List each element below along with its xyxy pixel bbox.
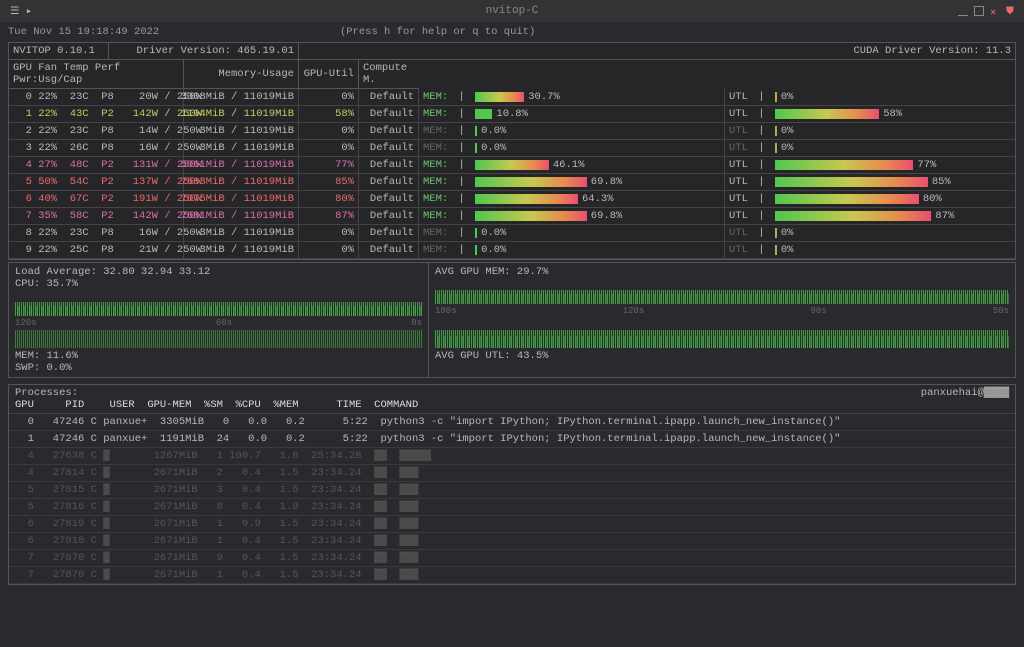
maximize-icon[interactable]: [974, 6, 984, 16]
gpu-row: 0 22% 23C P8 20W / 250W3308MiB / 11019Mi…: [9, 89, 1015, 106]
gpu-timeline: 180s120s90s50s: [435, 306, 1009, 316]
process-row[interactable]: 4 27814 C ▓ 2671MiB 2 0.4 1.5 23:34.24 ▓…: [9, 465, 1015, 482]
process-row[interactable]: 0 47246 C panxue+ 3305MiB 0 0.0 0.2 5:22…: [9, 414, 1015, 431]
avg-gpu-mem: AVG GPU MEM: 29.7%: [435, 266, 1009, 278]
cpu-pct: CPU: 35.7%: [15, 278, 422, 290]
gpu-utl-sparkline: [435, 318, 1009, 348]
gpu-row: 6 40% 67C P2 191W / 250W7075MiB / 11019M…: [9, 191, 1015, 208]
gpu-row: 7 35% 58C P2 142W / 250W7681MiB / 11019M…: [9, 208, 1015, 225]
gpu-row: 1 22% 43C P2 142W / 250W1194MiB / 11019M…: [9, 106, 1015, 123]
process-row[interactable]: 4 27638 C ▓ 1267MiB 1 100.7 1.8 25:34.28…: [9, 448, 1015, 465]
gpu-row: 3 22% 26C P8 16W / 250W3MiB / 11019MiB0%…: [9, 140, 1015, 157]
swp-pct: SWP: 0.0%: [15, 362, 422, 374]
process-row[interactable]: 7 27870 C ▓ 2671MiB 1 0.4 1.5 23:34.24 ▓…: [9, 567, 1015, 584]
col-compute: Compute M.: [359, 60, 419, 89]
cpu-timeline: 120s60s0s: [15, 318, 422, 328]
gpu-row: 8 22% 23C P8 16W / 250W3MiB / 11019MiB0%…: [9, 225, 1015, 242]
minimize-icon[interactable]: [958, 6, 968, 16]
hamburger-icon[interactable]: ☰ ▸: [10, 5, 32, 18]
gpu-mem-sparkline: [435, 280, 1009, 304]
window-title: nvitop-C: [486, 5, 539, 17]
mem-pct: MEM: 11.6%: [15, 350, 422, 362]
gpu-table: NVITOP 0.10.1 Driver Version: 465.19.01 …: [8, 42, 1016, 260]
process-row[interactable]: 1 47246 C panxue+ 1191MiB 24 0.0 0.2 5:2…: [9, 431, 1015, 448]
col-gpu-stats: GPU Fan Temp Perf Pwr:Usg/Cap: [9, 60, 184, 89]
process-table: Processes: GPU PID USER GPU-MEM %SM %CPU…: [8, 384, 1016, 585]
col-mem: Memory-Usage: [184, 60, 299, 89]
load-average: Load Average: 32.80 32.94 33.12: [15, 266, 422, 278]
gpu-row: 5 50% 54C P2 137W / 250W7683MiB / 11019M…: [9, 174, 1015, 191]
process-row[interactable]: 6 27819 C ▓ 2671MiB 1 0.9 1.5 23:34.24 ▓…: [9, 516, 1015, 533]
process-columns: GPU PID USER GPU-MEM %SM %CPU %MEM TIME …: [15, 399, 418, 411]
process-row[interactable]: 5 27815 C ▓ 2671MiB 3 0.4 1.5 23:34.24 ▓…: [9, 482, 1015, 499]
gpu-row: 9 22% 25C P8 21W / 250W3MiB / 11019MiB0%…: [9, 242, 1015, 259]
user-host: panxuehai@▓▓▓▓: [921, 387, 1009, 399]
system-stats: Load Average: 32.80 32.94 33.12 CPU: 35.…: [8, 262, 1016, 378]
mem-sparkline: [15, 330, 422, 348]
processes-title: Processes:: [15, 387, 418, 399]
process-row[interactable]: 6 27818 C ▓ 2671MiB 1 0.4 1.5 23:34.24 ▓…: [9, 533, 1015, 550]
help-hint: (Press h for help or q to quit): [340, 26, 535, 38]
shield-icon: ⛊: [1006, 6, 1016, 16]
top-status-line: Tue Nov 15 19:18:49 2022 (Press h for he…: [8, 26, 1016, 38]
timestamp: Tue Nov 15 19:18:49 2022: [8, 26, 159, 38]
cpu-sparkline: [15, 292, 422, 316]
window-titlebar: ☰ ▸ nvitop-C ✕ ⛊: [0, 0, 1024, 22]
close-icon[interactable]: ✕: [990, 6, 1000, 16]
process-row[interactable]: 7 27870 C ▓ 2671MiB 9 0.4 1.5 23:34.24 ▓…: [9, 550, 1015, 567]
avg-gpu-utl: AVG GPU UTL: 43.5%: [435, 350, 1009, 362]
product-name: NVITOP 0.10.1: [9, 43, 109, 60]
gpu-row: 4 27% 48C P2 131W / 250W5061MiB / 11019M…: [9, 157, 1015, 174]
process-row[interactable]: 5 27816 C ▓ 2671MiB 8 0.4 1.9 23:34.24 ▓…: [9, 499, 1015, 516]
gpu-row: 2 22% 23C P8 14W / 250W3MiB / 11019MiB0%…: [9, 123, 1015, 140]
col-util: GPU-Util: [299, 60, 359, 89]
driver-version: Driver Version: 465.19.01: [109, 43, 299, 60]
cuda-version: CUDA Driver Version: 11.3: [299, 43, 1015, 60]
